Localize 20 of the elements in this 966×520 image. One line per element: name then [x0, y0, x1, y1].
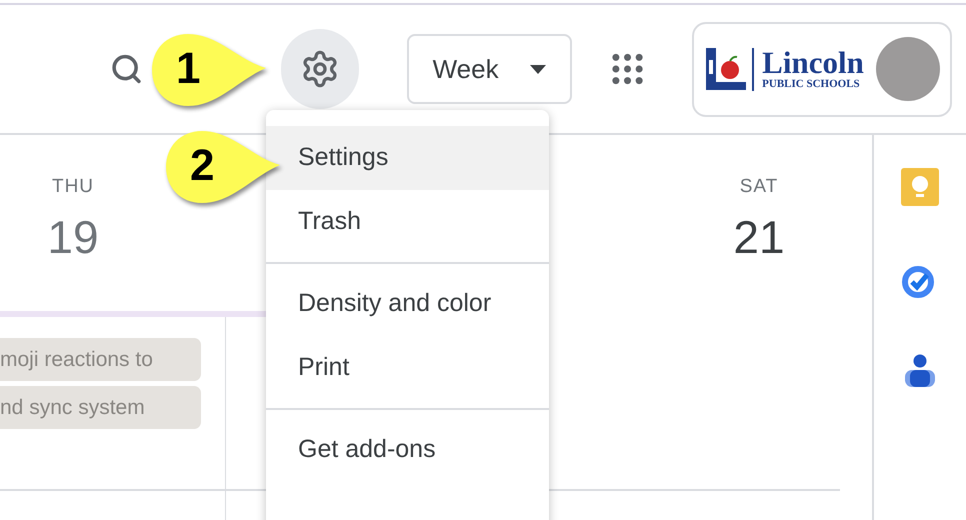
- menu-item[interactable]: Settings: [266, 126, 549, 190]
- menu-item[interactable]: Trash: [266, 190, 549, 254]
- callout-number: 2: [190, 141, 214, 191]
- view-dropdown[interactable]: Week: [406, 34, 572, 104]
- caret-icon: [530, 64, 546, 74]
- callout-number: 1: [176, 44, 200, 94]
- date-number[interactable]: 21: [733, 214, 785, 260]
- menu-item[interactable]: Density and color: [266, 272, 549, 336]
- account-card[interactable]: Lincoln PUBLIC SCHOOLS: [692, 22, 952, 116]
- weekday-label: THU: [52, 175, 94, 199]
- date-number[interactable]: 19: [47, 214, 99, 260]
- person-icon[interactable]: [905, 354, 935, 388]
- search-icon[interactable]: [110, 52, 143, 86]
- logo-title: Lincoln: [762, 48, 864, 78]
- menu-item[interactable]: Get add-ons: [266, 418, 549, 482]
- logo-subtitle: PUBLIC SCHOOLS: [762, 78, 861, 90]
- school-logo-icon: [706, 48, 746, 90]
- weekday-label: SAT: [740, 175, 778, 199]
- menu-item[interactable]: Print: [266, 336, 549, 400]
- apps-grid-icon[interactable]: [612, 53, 644, 85]
